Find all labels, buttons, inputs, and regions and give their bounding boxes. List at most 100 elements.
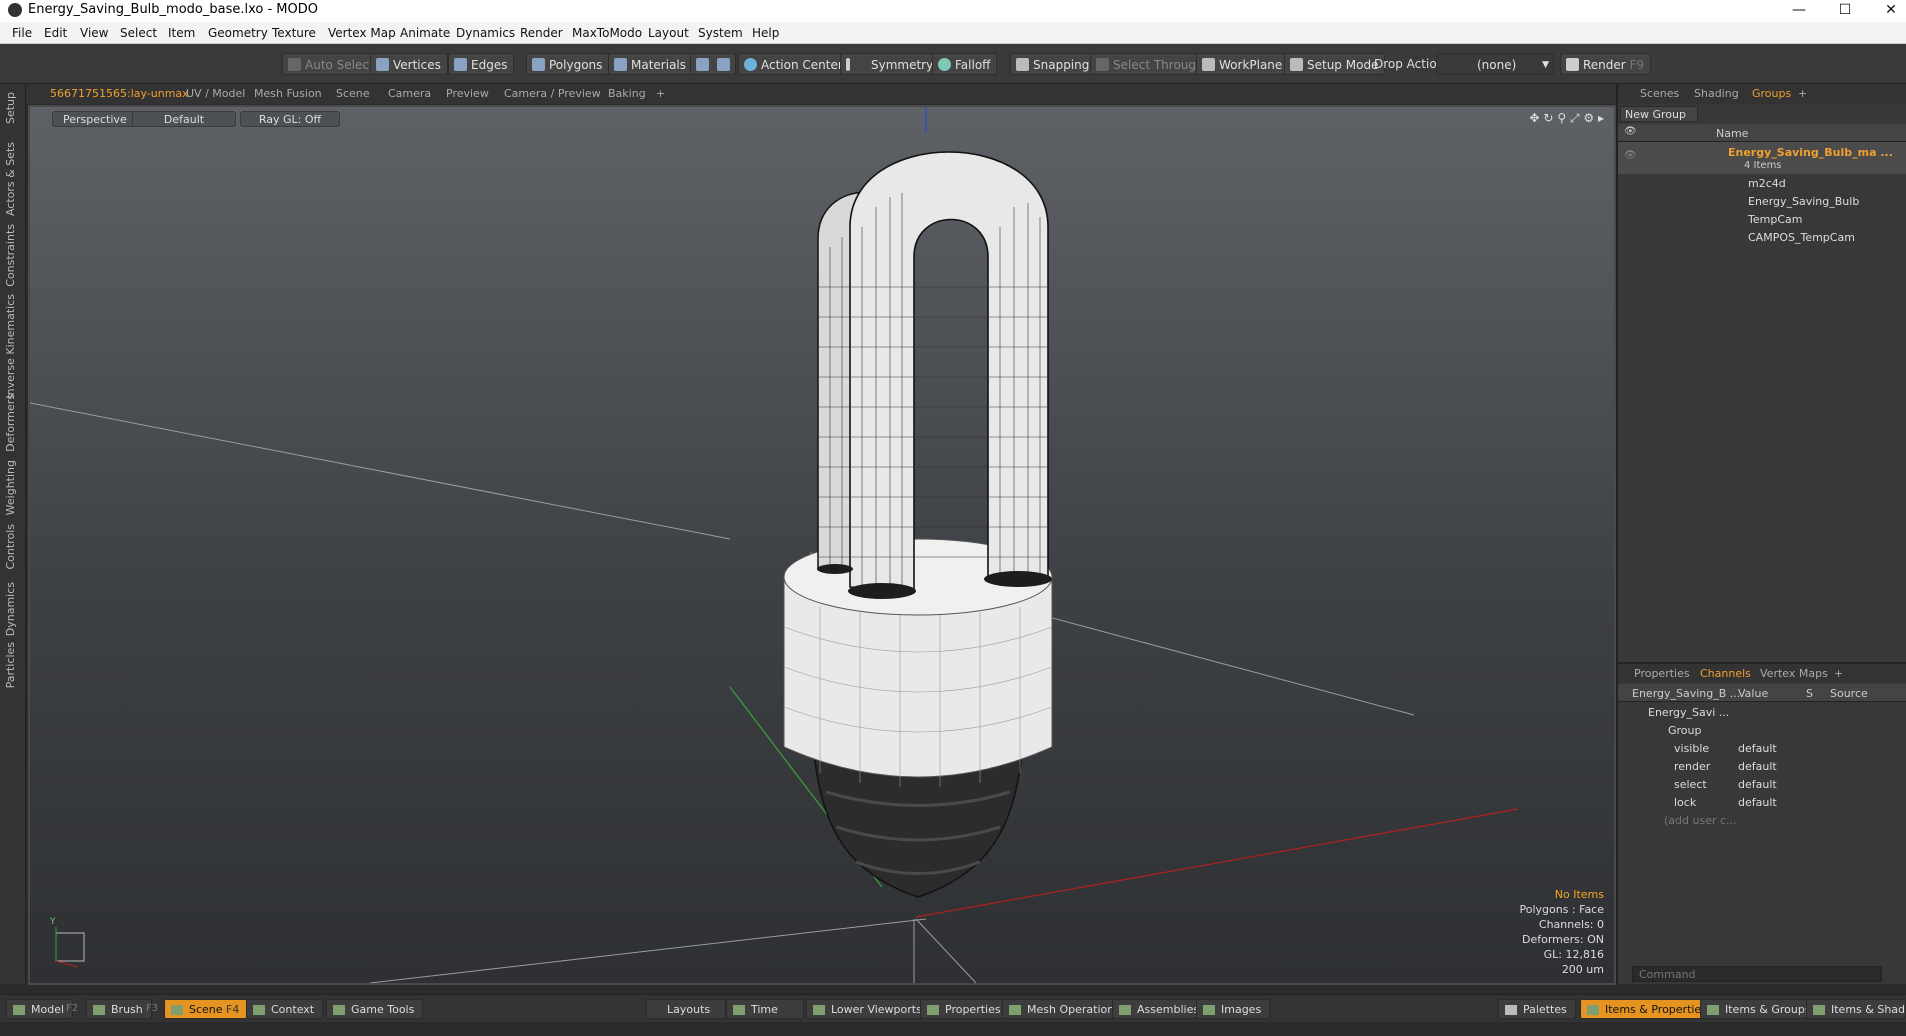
tab-baking[interactable]: Baking <box>608 87 646 100</box>
game-tools-tab[interactable]: Game Tools <box>326 999 424 1019</box>
channel-select-value[interactable]: default <box>1738 778 1777 791</box>
tab-groups[interactable]: Groups <box>1752 87 1791 100</box>
tab-deformers[interactable]: Deformers <box>4 394 17 452</box>
tab-weighting[interactable]: Weighting <box>4 460 17 515</box>
add-panel-tab[interactable]: + <box>1798 87 1807 100</box>
new-group-button[interactable]: New Group <box>1620 106 1698 122</box>
items-groups-button[interactable]: Items & Groups <box>1700 999 1820 1019</box>
tab-camera-preview[interactable]: Camera / Preview <box>504 87 601 100</box>
layouts-button[interactable]: Layouts <box>646 999 726 1019</box>
s-column-header[interactable]: S <box>1806 687 1813 700</box>
scene-tab[interactable]: Scene F4 <box>164 999 249 1019</box>
images-button[interactable]: Images <box>1196 999 1271 1019</box>
items-properties-button[interactable]: Items & Properties <box>1580 999 1716 1019</box>
rotate-icon[interactable]: ↻ <box>1543 111 1553 125</box>
group-item-tempcam[interactable]: TempCam <box>1748 213 1802 226</box>
group-item-energy-saving-bulb[interactable]: Energy_Saving_Bulb <box>1748 195 1859 208</box>
workplane-button[interactable]: WorkPlane <box>1196 53 1290 75</box>
time-button[interactable]: Time <box>726 999 804 1019</box>
menu-item[interactable]: Item <box>168 26 195 40</box>
menu-layout[interactable]: Layout <box>648 26 689 40</box>
materials-button[interactable]: Materials <box>608 53 694 75</box>
visibility-icon[interactable]: 👁 <box>1624 150 1637 161</box>
falloff-button[interactable]: Falloff <box>932 53 998 75</box>
source-column-header[interactable]: Source <box>1830 687 1868 700</box>
eye-icon[interactable]: 👁 <box>1624 126 1637 137</box>
polygons-button[interactable]: Polygons <box>526 53 610 75</box>
edges-button[interactable]: Edges <box>448 53 515 75</box>
minimize-button[interactable]: — <box>1776 0 1822 22</box>
tab-particles[interactable]: Particles <box>4 642 17 688</box>
menu-vertex-map[interactable]: Vertex Map <box>328 26 396 40</box>
menu-help[interactable]: Help <box>752 26 779 40</box>
tab-mesh-fusion[interactable]: Mesh Fusion <box>254 87 322 100</box>
group-item-campos-tempcam[interactable]: CAMPOS_TempCam <box>1748 231 1855 244</box>
close-button[interactable]: ✕ <box>1868 0 1906 22</box>
menu-select[interactable]: Select <box>120 26 157 40</box>
add-user-channel[interactable]: (add user c... <box>1664 814 1737 827</box>
render-button[interactable]: Render F9 <box>1560 53 1652 75</box>
menu-animate[interactable]: Animate <box>400 26 450 40</box>
settings-icon[interactable]: ⚙ <box>1583 111 1594 125</box>
auto-select-button[interactable]: Auto Select <box>282 53 381 75</box>
channel-group-node[interactable]: Group <box>1668 724 1702 737</box>
tab-layout-unmax[interactable]: 56671751565:lay-unmax <box>50 87 189 100</box>
menu-maxtomodo[interactable]: MaxToModo <box>572 26 642 40</box>
tab-vertex-maps[interactable]: Vertex Maps <box>1760 667 1828 680</box>
channel-name-header[interactable]: Energy_Saving_B ... <box>1632 687 1740 700</box>
maximize-button[interactable]: ☐ <box>1822 0 1868 22</box>
vertices-button[interactable]: Vertices <box>370 53 448 75</box>
zoom-icon[interactable]: ⚲ <box>1557 111 1566 125</box>
tab-dynamics[interactable]: Dynamics <box>4 582 17 636</box>
setup-mode-button[interactable]: Setup Mode <box>1284 53 1386 75</box>
select-through-button[interactable]: Select Through <box>1090 53 1211 75</box>
tab-controls[interactable]: Controls <box>4 524 17 570</box>
tab-preview[interactable]: Preview <box>446 87 489 100</box>
menu-dynamics[interactable]: Dynamics <box>456 26 515 40</box>
chevron-right-icon[interactable]: ▸ <box>1598 111 1604 125</box>
tab-uv-model[interactable]: UV / Model <box>186 87 245 100</box>
tab-setup[interactable]: Setup <box>4 92 17 124</box>
items-shading-button[interactable]: Items & Shading <box>1806 999 1906 1019</box>
channel-render-value[interactable]: default <box>1738 760 1777 773</box>
channel-visible-value[interactable]: default <box>1738 742 1777 755</box>
tab-scenes[interactable]: Scenes <box>1640 87 1679 100</box>
add-tab-button[interactable]: + <box>656 87 665 100</box>
fit-icon[interactable]: ⤢ <box>1570 111 1580 125</box>
tab-shading[interactable]: Shading <box>1694 87 1739 100</box>
menu-render[interactable]: Render <box>520 26 563 40</box>
model-tab[interactable]: Model <box>6 999 74 1019</box>
tab-camera[interactable]: Camera <box>388 87 431 100</box>
value-column-header[interactable]: Value <box>1738 687 1768 700</box>
add-channels-tab[interactable]: + <box>1834 667 1843 680</box>
tab-properties[interactable]: Properties <box>1634 667 1690 680</box>
channel-root-item[interactable]: Energy_Savi ... <box>1648 706 1729 719</box>
selection-sets-button[interactable] <box>690 53 736 75</box>
tab-inverse-kinematics[interactable]: Inverse Kinematics <box>4 294 17 399</box>
tab-actors-sets[interactable]: Actors & Sets <box>4 142 17 216</box>
pan-icon[interactable]: ✥ <box>1530 111 1540 125</box>
command-input[interactable] <box>1632 966 1882 982</box>
menu-geometry[interactable]: Geometry <box>208 26 268 40</box>
tab-channels[interactable]: Channels <box>1700 667 1751 680</box>
snapping-button[interactable]: Snapping <box>1010 53 1097 75</box>
name-column-header[interactable]: Name <box>1716 127 1748 140</box>
properties-button[interactable]: Properties <box>920 999 1010 1019</box>
palettes-button[interactable]: Palettes <box>1498 999 1576 1019</box>
tab-constraints[interactable]: Constraints <box>4 224 17 287</box>
menu-texture[interactable]: Texture <box>272 26 316 40</box>
drop-action-select[interactable]: (none) ▼ <box>1436 53 1554 75</box>
channel-lock-value[interactable]: default <box>1738 796 1777 809</box>
menu-system[interactable]: System <box>698 26 743 40</box>
symmetry-button[interactable]: Symmetry <box>840 53 941 75</box>
action-center-button[interactable]: Action Center <box>738 53 850 75</box>
3d-viewport[interactable]: Perspective Default Ray GL: Off Y ✥ ↻ ⚲ … <box>28 105 1616 985</box>
context-tab[interactable]: Context <box>246 999 324 1019</box>
menu-file[interactable]: File <box>12 26 32 40</box>
lower-viewports-button[interactable]: Lower Viewports <box>806 999 931 1019</box>
assemblies-button[interactable]: Assemblies <box>1112 999 1209 1019</box>
tab-scene[interactable]: Scene <box>336 87 370 100</box>
group-item-m2c4d[interactable]: m2c4d <box>1748 177 1786 190</box>
menu-edit[interactable]: Edit <box>44 26 67 40</box>
brush-tab[interactable]: Brush <box>86 999 152 1019</box>
